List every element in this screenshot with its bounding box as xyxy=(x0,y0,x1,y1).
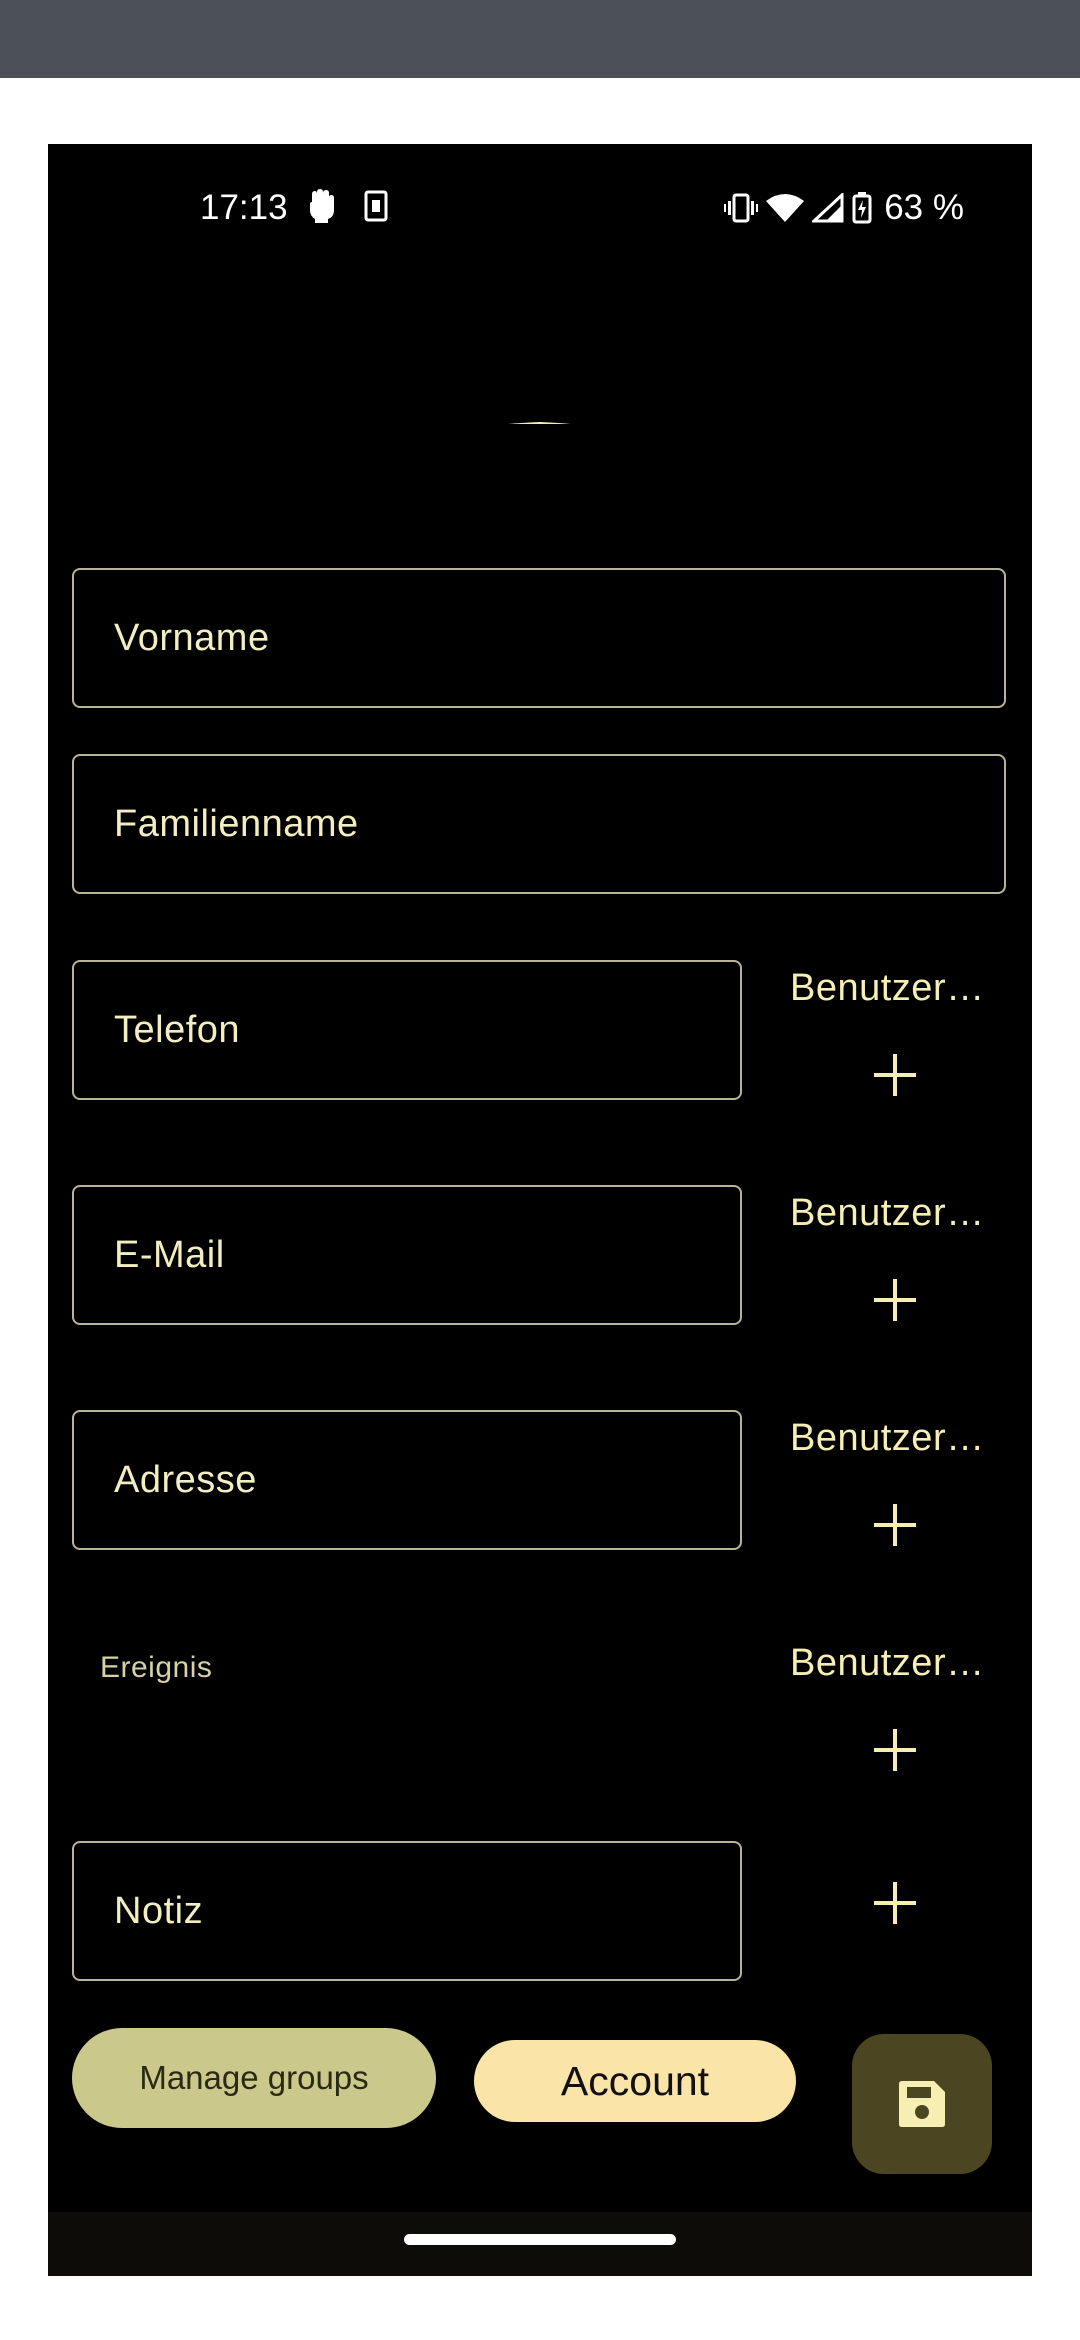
email-type-selector[interactable]: Benutzer… xyxy=(790,1191,1002,1235)
status-bar: 17:13 63 % xyxy=(48,144,1032,274)
email-placeholder: E-Mail xyxy=(114,1234,225,1276)
manage-groups-button[interactable]: Manage groups xyxy=(72,2028,436,2128)
account-label: Account xyxy=(560,2057,710,2104)
save-button[interactable] xyxy=(852,2034,992,2174)
hand-icon xyxy=(310,189,334,223)
signal-icon xyxy=(812,193,844,223)
phone-placeholder: Telefon xyxy=(114,1009,241,1051)
vibrate-icon xyxy=(724,193,759,223)
manage-groups-label: Manage groups xyxy=(139,2059,369,2096)
last-name-field[interactable]: Familienname xyxy=(72,754,1006,894)
first-name-placeholder: Vorname xyxy=(114,617,270,659)
event-label[interactable]: Ereignis xyxy=(100,1650,212,1686)
last-name-placeholder: Familienname xyxy=(114,803,359,845)
add-phone-plus-icon[interactable] xyxy=(870,1050,920,1100)
battery-charging-icon xyxy=(852,192,872,224)
first-name-field[interactable]: Vorname xyxy=(72,568,1006,708)
add-address-plus-icon[interactable] xyxy=(870,1500,920,1550)
note-placeholder: Notiz xyxy=(114,1890,204,1932)
wifi-icon xyxy=(766,194,805,222)
add-email-plus-icon[interactable] xyxy=(870,1275,920,1325)
status-time: 17:13 xyxy=(200,188,288,227)
add-event-plus-icon[interactable] xyxy=(870,1725,920,1775)
battery-percentage: 63 % xyxy=(884,188,964,227)
address-type-selector[interactable]: Benutzer… xyxy=(790,1416,1002,1460)
phone-field[interactable]: Telefon xyxy=(72,960,742,1100)
phone-screen: 17:13 63 % Vorname Familienname Telefon … xyxy=(48,144,1032,2276)
save-icon xyxy=(899,2081,945,2127)
email-field[interactable]: E-Mail xyxy=(72,1185,742,1325)
account-button[interactable]: Account xyxy=(474,2040,796,2122)
phone-type-selector[interactable]: Benutzer… xyxy=(790,966,1002,1010)
address-placeholder: Adresse xyxy=(114,1459,257,1501)
add-note-plus-icon[interactable] xyxy=(870,1878,920,1928)
note-field[interactable]: Notiz xyxy=(72,1841,742,1981)
event-type-selector[interactable]: Benutzer… xyxy=(790,1641,1002,1685)
address-field[interactable]: Adresse xyxy=(72,1410,742,1550)
navigation-bar xyxy=(48,2212,1032,2276)
status-right-icons: 63 % xyxy=(724,186,964,230)
window-top-bar xyxy=(0,0,1080,78)
gesture-handle[interactable] xyxy=(404,2234,676,2245)
sim-icon xyxy=(364,190,388,222)
